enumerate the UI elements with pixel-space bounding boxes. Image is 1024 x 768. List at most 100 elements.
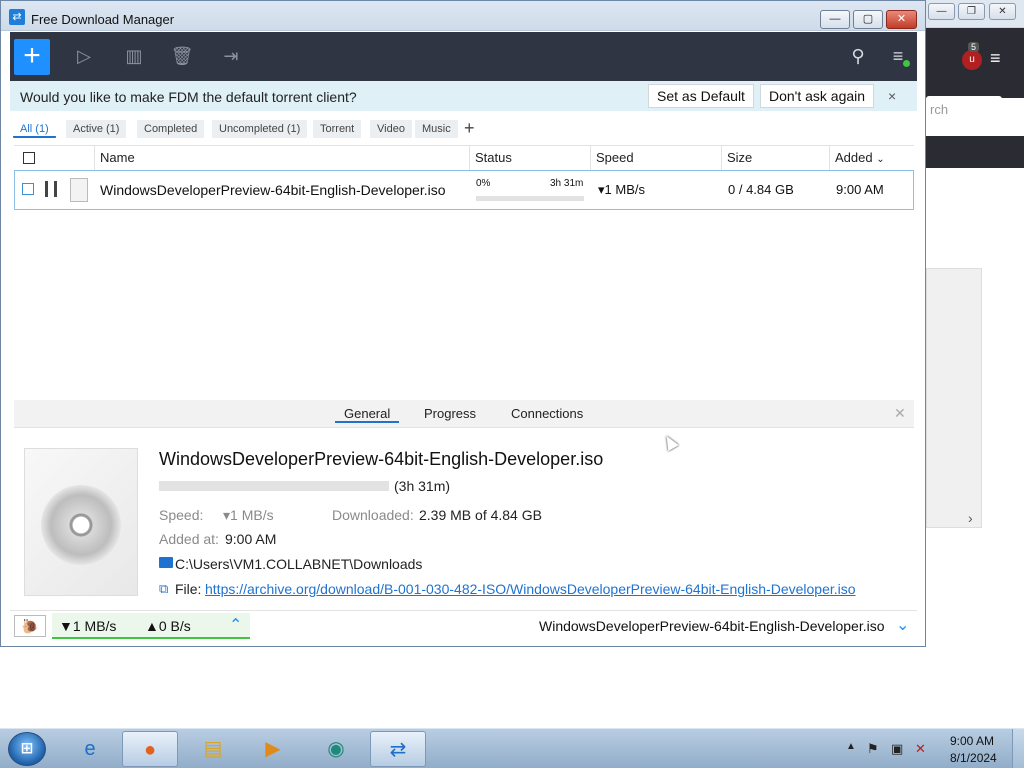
add-download-button[interactable]: + bbox=[14, 39, 50, 75]
dont-ask-again-button[interactable]: Don't ask again bbox=[760, 84, 875, 108]
column-size[interactable]: Size bbox=[722, 146, 830, 170]
internet-explorer-icon[interactable]: e bbox=[62, 731, 118, 767]
tab-connections[interactable]: Connections bbox=[511, 406, 583, 421]
folder-move-icon[interactable]: ⇥ bbox=[219, 44, 243, 68]
filter-music[interactable]: Music bbox=[415, 120, 458, 138]
maximize-button[interactable]: ▢ bbox=[853, 10, 883, 29]
filter-torrent[interactable]: Torrent bbox=[313, 120, 362, 138]
media-player-icon[interactable]: ▶ bbox=[245, 731, 301, 767]
clock-time[interactable]: 9:00 AM bbox=[950, 734, 994, 748]
column-added-label: Added bbox=[835, 150, 873, 165]
background-titlebar: — ❐ ✕ bbox=[926, 0, 1024, 28]
speed-summary[interactable]: ▼1 MB/s ▲0 B/s ⌃ bbox=[52, 613, 250, 639]
flag-icon[interactable]: ⚑ bbox=[867, 741, 879, 757]
banner-close-icon[interactable]: × bbox=[888, 88, 896, 104]
close-button[interactable]: ✕ bbox=[886, 10, 917, 29]
file-explorer-icon[interactable]: ▤ bbox=[185, 731, 241, 767]
downloaded-value: 2.39 MB of 4.84 GB bbox=[419, 507, 542, 523]
total-upload-speed: ▲0 B/s bbox=[145, 618, 191, 634]
online-status-dot bbox=[903, 60, 910, 67]
added-label: Added at: bbox=[159, 531, 219, 547]
play-icon[interactable]: ▷ bbox=[72, 44, 96, 68]
details-progress-bar bbox=[159, 481, 389, 491]
titlebar: ⇄ Free Download Manager — ▢ ✕ bbox=[1, 1, 925, 31]
download-size: 0 / 4.84 GB bbox=[728, 182, 794, 197]
details-tabs: General Progress Connections ✕ bbox=[14, 400, 914, 428]
background-nav-bar bbox=[926, 136, 1024, 168]
file-label: File: bbox=[175, 581, 202, 597]
status-current-file: WindowsDeveloperPreview-64bit-English-De… bbox=[539, 618, 885, 634]
filter-all[interactable]: All (1) bbox=[13, 120, 56, 138]
fdm-window: ⇄ Free Download Manager — ▢ ✕ + ▷ ▥ 🗑 ⇥ … bbox=[0, 0, 926, 647]
downloaded-label: Downloaded: bbox=[332, 507, 414, 523]
column-added[interactable]: Added ⌄ bbox=[830, 146, 914, 170]
chevron-up-icon[interactable]: ⌃ bbox=[229, 615, 242, 635]
window-title: Free Download Manager bbox=[31, 12, 175, 27]
tab-general[interactable]: General bbox=[335, 406, 400, 423]
search-icon[interactable]: ⚲ bbox=[846, 44, 870, 68]
filter-video[interactable]: Video bbox=[370, 120, 412, 138]
status-bar: 🐌 ▼1 MB/s ▲0 B/s ⌃ WindowsDeveloperPrevi… bbox=[10, 610, 917, 640]
download-folder-path[interactable]: C:\Users\VM1.COLLABNET\Downloads bbox=[175, 556, 422, 572]
network-icon[interactable]: ▣ bbox=[891, 741, 903, 757]
details-close-icon[interactable]: ✕ bbox=[894, 405, 906, 422]
background-toolbar: u 5 ≡ bbox=[926, 28, 1024, 98]
details-title: WindowsDeveloperPreview-64bit-English-De… bbox=[159, 449, 604, 469]
volume-muted-icon[interactable]: ✕ bbox=[915, 741, 926, 757]
select-all-checkbox[interactable] bbox=[23, 152, 35, 164]
set-default-button[interactable]: Set as Default bbox=[648, 84, 754, 108]
main-toolbar: + ▷ ▥ 🗑 ⇥ ⚲ ≡ bbox=[10, 32, 917, 81]
firefox-icon[interactable]: ● bbox=[122, 731, 178, 767]
speed-label: Speed: bbox=[159, 507, 204, 523]
added-value: 9:00 AM bbox=[225, 531, 277, 547]
app-icon[interactable]: ◉ bbox=[308, 731, 364, 767]
column-status[interactable]: Status bbox=[470, 146, 591, 170]
chevron-right-icon[interactable]: › bbox=[968, 510, 973, 526]
download-percent: 0% bbox=[476, 178, 491, 189]
minimize-button[interactable]: — bbox=[820, 10, 850, 29]
pause-icon[interactable]: ▥ bbox=[122, 44, 146, 68]
folder-icon bbox=[159, 557, 173, 568]
filter-bar: All (1) Active (1) Completed Uncompleted… bbox=[10, 113, 917, 145]
filter-active[interactable]: Active (1) bbox=[66, 120, 127, 138]
extension-badge: 5 bbox=[968, 42, 980, 52]
file-url-link[interactable]: https://archive.org/download/B-001-030-4… bbox=[205, 581, 856, 597]
details-panel: General Progress Connections ✕ WindowsDe… bbox=[14, 400, 914, 605]
total-download-speed: ▼1 MB/s bbox=[59, 618, 117, 634]
background-panel bbox=[926, 268, 982, 528]
banner-question: Would you like to make FDM the default t… bbox=[20, 89, 357, 105]
sort-desc-icon: ⌄ bbox=[876, 154, 885, 165]
download-list: Name Status Speed Size Added ⌄ WindowsDe… bbox=[14, 145, 914, 395]
tray-expand-icon[interactable]: ▲ bbox=[846, 741, 856, 752]
download-file-name: WindowsDeveloperPreview-64bit-English-De… bbox=[100, 182, 446, 198]
row-checkbox[interactable] bbox=[22, 183, 34, 195]
extension-icon[interactable]: u bbox=[962, 50, 982, 70]
add-filter-icon[interactable]: + bbox=[464, 118, 475, 139]
table-row[interactable]: WindowsDeveloperPreview-64bit-English-De… bbox=[14, 170, 914, 210]
snail-mode-icon[interactable]: 🐌 bbox=[14, 615, 46, 637]
select-all-header bbox=[14, 146, 95, 170]
search-input[interactable]: rch bbox=[926, 96, 1002, 124]
clock-date[interactable]: 8/1/2024 bbox=[950, 751, 997, 765]
filter-uncompleted[interactable]: Uncompleted (1) bbox=[212, 120, 308, 138]
fdm-icon[interactable]: ⇄ bbox=[370, 731, 426, 767]
pause-icon[interactable] bbox=[45, 181, 57, 197]
filter-completed[interactable]: Completed bbox=[137, 120, 205, 138]
close-button[interactable]: ✕ bbox=[989, 3, 1016, 20]
download-progress-bar bbox=[476, 196, 584, 201]
disc-icon bbox=[41, 485, 121, 565]
restore-button[interactable]: ❐ bbox=[958, 3, 985, 20]
minimize-button[interactable]: — bbox=[928, 3, 955, 20]
details-eta: (3h 31m) bbox=[394, 478, 451, 494]
hamburger-menu-icon[interactable]: ≡ bbox=[990, 48, 1001, 69]
trash-icon[interactable]: 🗑 bbox=[170, 44, 194, 68]
show-desktop-button[interactable] bbox=[1012, 729, 1024, 768]
column-speed[interactable]: Speed bbox=[591, 146, 722, 170]
tab-progress[interactable]: Progress bbox=[424, 406, 476, 421]
external-link-icon: ⧉ bbox=[159, 581, 169, 596]
chevron-down-icon[interactable]: ⌄ bbox=[896, 615, 909, 635]
speed-value: ▾1 MB/s bbox=[223, 507, 274, 523]
taskbar: ⊞ e ● ▤ ▶ ◉ ⇄ ▲ ⚑ ▣ ✕ 9:00 AM 8/1/2024 bbox=[0, 728, 1024, 768]
start-button[interactable]: ⊞ bbox=[8, 732, 46, 766]
column-name[interactable]: Name bbox=[95, 146, 470, 170]
